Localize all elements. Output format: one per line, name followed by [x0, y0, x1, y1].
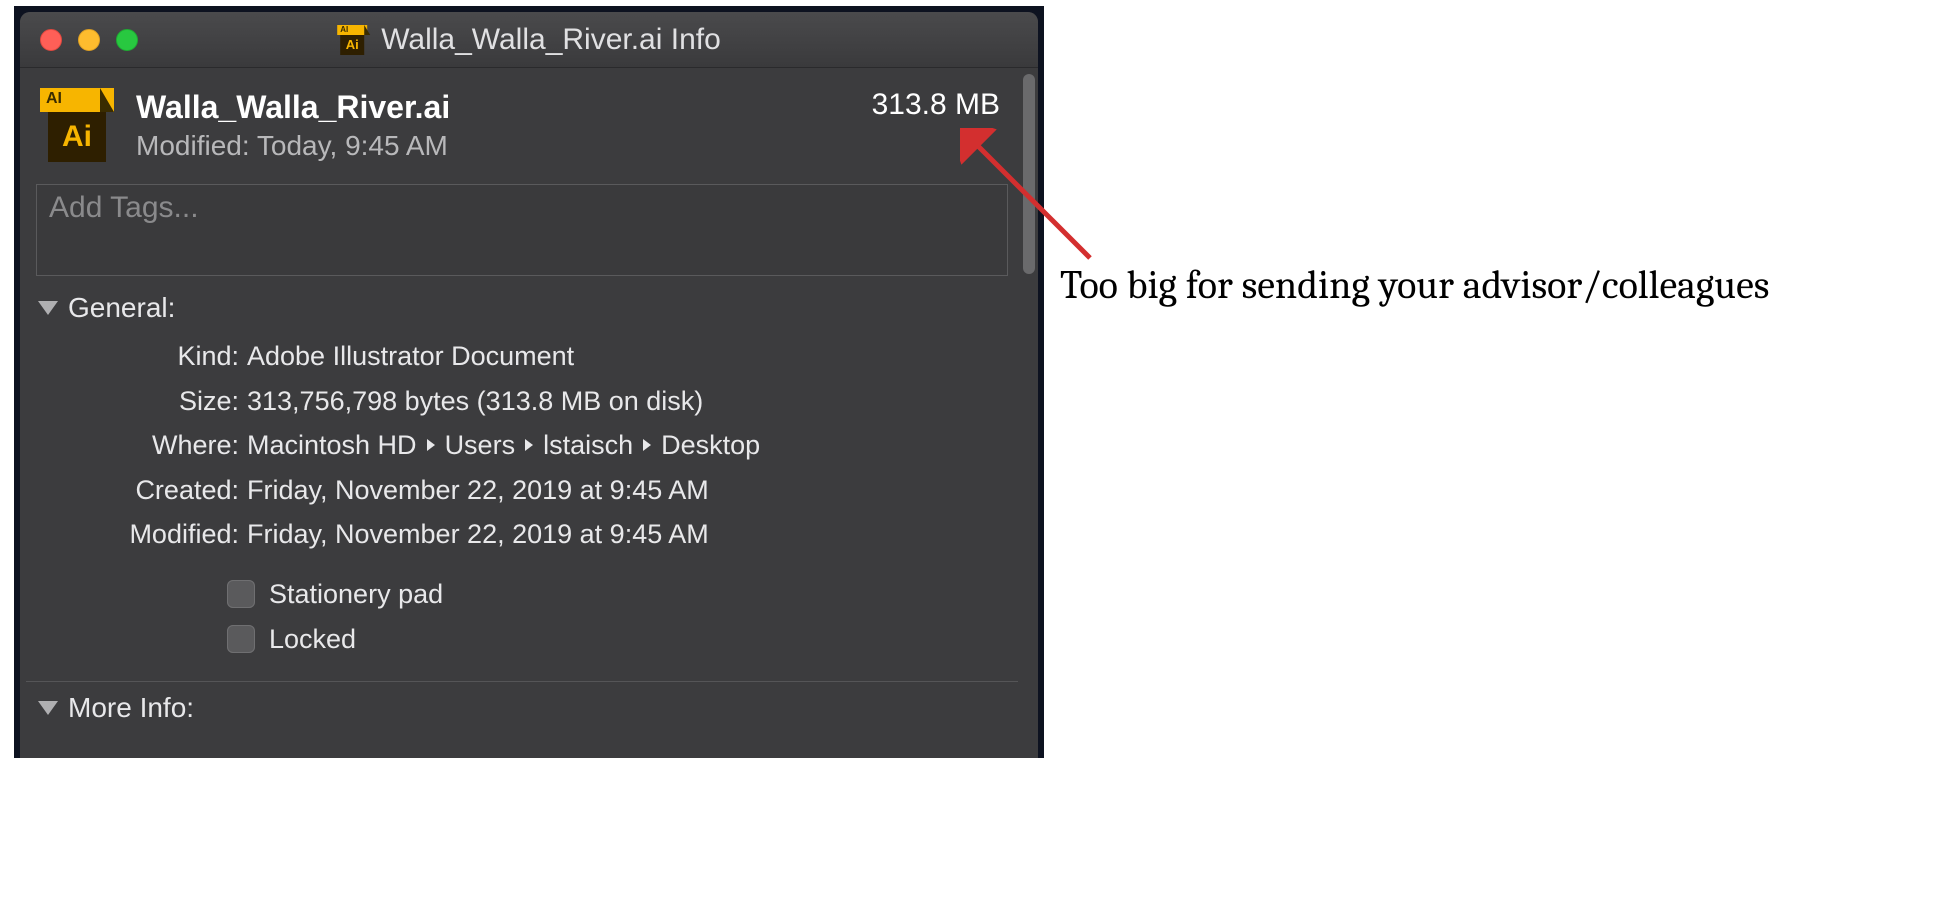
path-segment: Macintosh HD — [247, 427, 417, 463]
tags-input[interactable]: Add Tags... — [36, 184, 1008, 276]
section-title: General: — [68, 292, 175, 324]
kind-value: Adobe Illustrator Document — [247, 338, 1018, 374]
illustrator-file-icon: AI Ai — [337, 25, 367, 55]
locked-checkbox[interactable] — [227, 625, 255, 653]
titlebar[interactable]: AI Ai Walla_Walla_River.ai Info — [20, 12, 1038, 68]
where-label: Where: — [34, 427, 239, 463]
file-size: 313.8 MB — [872, 88, 1008, 122]
size-value: 313,756,798 bytes (313.8 MB on disk) — [247, 383, 1018, 419]
general-section: General: Kind: Adobe Illustrator Documen… — [34, 292, 1018, 674]
title-wrap: AI Ai Walla_Walla_River.ai Info — [337, 23, 721, 57]
more-info-section: More Info: — [34, 692, 1018, 744]
file-header: AI Ai Walla_Walla_River.ai Modified: Tod… — [26, 68, 1018, 178]
section-divider — [26, 681, 1018, 682]
where-value: Macintosh HD Users lstaisch Desktop — [247, 427, 1018, 463]
modified-label: Modified: — [34, 516, 239, 552]
kind-label: Kind: — [34, 338, 239, 374]
annotation-text: Too big for sending your advisor/colleag… — [1060, 260, 1769, 310]
stationery-pad-label: Stationery pad — [269, 579, 443, 610]
illustrator-file-icon: AI Ai — [40, 88, 114, 162]
more-info-disclosure[interactable]: More Info: — [34, 692, 1018, 724]
chevron-down-icon — [38, 701, 58, 715]
path-separator-icon — [525, 439, 533, 451]
modified-value: Friday, November 22, 2019 at 9:45 AM — [247, 516, 1018, 552]
path-segment: Users — [445, 427, 516, 463]
scroll-area: AI Ai Walla_Walla_River.ai Modified: Tod… — [20, 68, 1038, 758]
window-title: Walla_Walla_River.ai Info — [381, 23, 721, 57]
stationery-pad-checkbox[interactable] — [227, 580, 255, 608]
created-value: Friday, November 22, 2019 at 9:45 AM — [247, 472, 1018, 508]
section-title: More Info: — [68, 692, 194, 724]
general-disclosure[interactable]: General: — [34, 292, 1018, 324]
screenshot-frame: AI Ai Walla_Walla_River.ai Info AI Ai Wa… — [14, 6, 1044, 758]
window-controls — [40, 29, 138, 51]
size-label: Size: — [34, 383, 239, 419]
locked-label: Locked — [269, 624, 356, 655]
chevron-down-icon — [38, 301, 58, 315]
get-info-window: AI Ai Walla_Walla_River.ai Info AI Ai Wa… — [20, 12, 1038, 758]
close-window-button[interactable] — [40, 29, 62, 51]
scrollbar-thumb[interactable] — [1023, 74, 1035, 274]
created-label: Created: — [34, 472, 239, 508]
path-segment: Desktop — [661, 427, 760, 463]
file-name: Walla_Walla_River.ai — [136, 88, 856, 126]
path-segment: lstaisch — [543, 427, 633, 463]
file-modified-summary: Modified: Today, 9:45 AM — [136, 130, 856, 162]
minimize-window-button[interactable] — [78, 29, 100, 51]
path-separator-icon — [643, 439, 651, 451]
path-separator-icon — [427, 439, 435, 451]
zoom-window-button[interactable] — [116, 29, 138, 51]
